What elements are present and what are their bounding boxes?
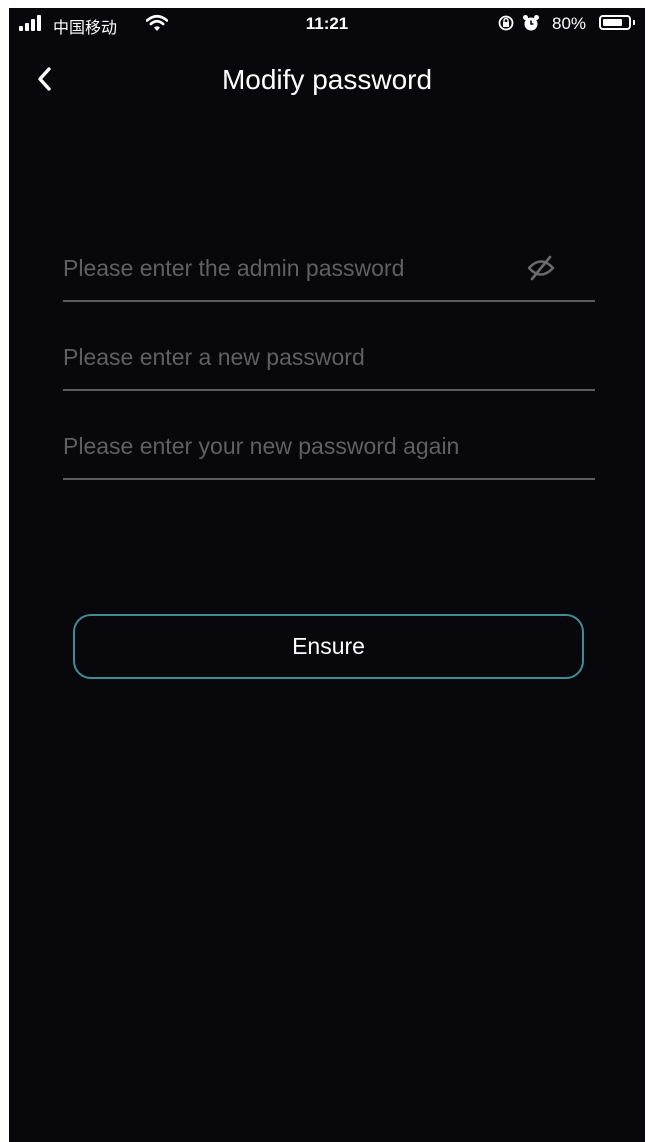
battery-percent: 80% [552,14,587,33]
app-screen: 中国移动 11:21 80% Modify password Ensure [9,8,645,1142]
confirm-password-field [63,416,595,480]
confirm-password-input[interactable] [63,416,523,476]
admin-password-input[interactable] [63,238,523,298]
admin-password-field [63,238,595,302]
battery-level-fill [603,19,622,26]
page-title: Modify password [221,64,433,95]
status-bar: 中国移动 11:21 80% [9,8,645,40]
alarm-icon [523,15,539,31]
battery-icon [599,15,631,30]
rotation-lock-icon [498,15,514,31]
eye-off-icon[interactable] [525,254,557,282]
new-password-input[interactable] [63,327,523,387]
status-time: 11:21 [305,14,349,33]
battery-tip [633,20,635,25]
ensure-button[interactable]: Ensure [73,614,584,679]
new-password-field [63,327,595,391]
